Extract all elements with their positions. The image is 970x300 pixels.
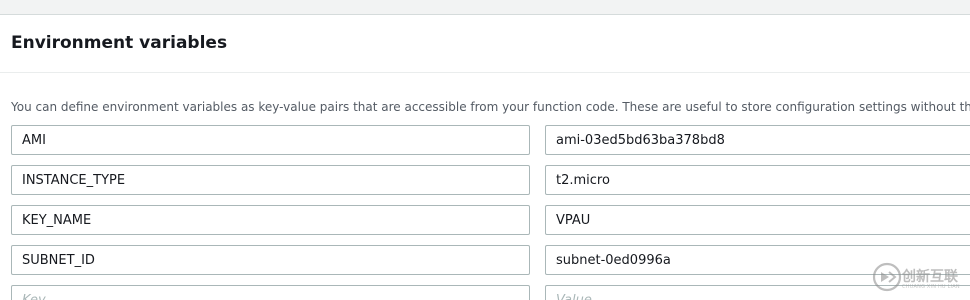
env-var-row	[0, 245, 970, 275]
watermark-text: 创新互联	[902, 269, 958, 285]
lambda-configuration-page: Environment variables You can define env…	[0, 0, 970, 300]
new-key-input[interactable]	[11, 285, 530, 300]
watermark-subtext: CHUANG XIN HU LIAN	[902, 284, 960, 290]
env-var-row	[0, 205, 970, 235]
watermark-logo-icon	[872, 262, 902, 292]
env-var-row	[0, 125, 970, 155]
panel-description: You can define environment variables as …	[11, 100, 970, 114]
env-var-value-input[interactable]	[545, 205, 970, 235]
env-var-value-input[interactable]	[545, 165, 970, 195]
top-strip	[0, 0, 970, 14]
environment-variables-panel: Environment variables You can define env…	[0, 14, 970, 300]
env-var-value-input[interactable]	[545, 125, 970, 155]
env-var-key-input[interactable]	[11, 245, 530, 275]
panel-title: Environment variables	[11, 33, 228, 53]
env-var-key-input[interactable]	[11, 125, 530, 155]
env-var-new-row	[0, 285, 970, 300]
env-var-key-input[interactable]	[11, 165, 530, 195]
panel-header: Environment variables	[0, 15, 970, 73]
env-var-key-input[interactable]	[11, 205, 530, 235]
env-var-row	[0, 165, 970, 195]
watermark: 创新互联 CHUANG XIN HU LIAN	[866, 258, 970, 298]
